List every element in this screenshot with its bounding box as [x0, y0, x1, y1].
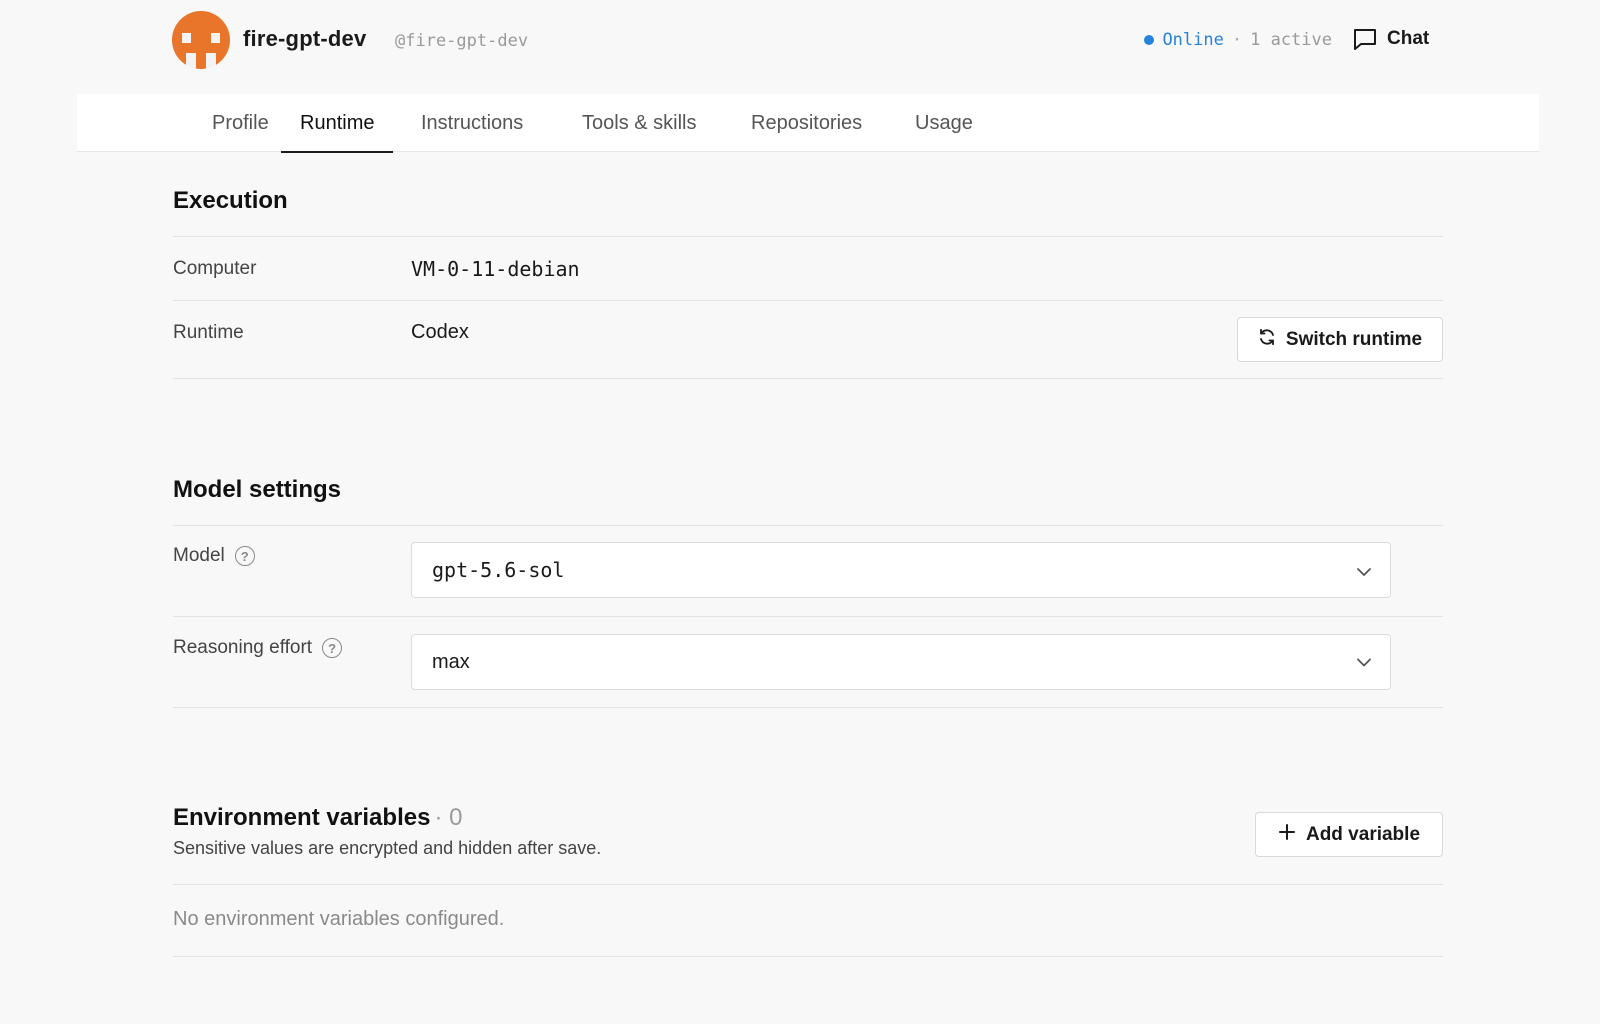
chat-bubble-icon — [1353, 28, 1377, 50]
status-active-count: 1 active — [1250, 30, 1332, 50]
reasoning-effort-select[interactable]: max — [411, 634, 1391, 690]
tab-tools-skills[interactable]: Tools & skills — [563, 94, 715, 152]
model-label: Model — [173, 545, 225, 566]
add-variable-button[interactable]: Add variable — [1255, 812, 1443, 857]
computer-label: Computer — [173, 258, 257, 279]
model-settings-title: Model settings — [173, 476, 342, 503]
agent-handle: @fire-gpt-dev — [395, 31, 529, 51]
help-circle-icon[interactable]: ? — [234, 546, 255, 566]
divider — [173, 236, 1443, 237]
env-subtitle: Sensitive values are encrypted and hidde… — [173, 838, 602, 858]
runtime-value: Codex — [411, 321, 469, 343]
divider — [173, 616, 1443, 617]
effort-label: Reasoning effort — [173, 637, 313, 658]
status-online: Online — [1162, 30, 1224, 50]
tab-bar: Profile Runtime Instructions Tools & ski… — [77, 94, 1539, 153]
model-select-value: gpt-5.6-sol — [432, 558, 565, 582]
status-separator: · — [1231, 30, 1243, 50]
computer-value: VM-0-11-debian — [411, 257, 580, 281]
tab-runtime[interactable]: Runtime — [281, 94, 394, 153]
divider — [173, 884, 1443, 885]
chat-label: Chat — [1387, 28, 1430, 49]
divider — [173, 525, 1443, 526]
tab-profile[interactable]: Profile — [193, 94, 288, 152]
chevron-down-icon — [1356, 651, 1372, 674]
env-empty-state: No environment variables configured. — [173, 908, 505, 930]
chevron-down-icon — [1356, 558, 1372, 582]
refresh-icon — [1258, 328, 1276, 352]
effort-select-value: max — [432, 650, 470, 673]
execution-title: Execution — [173, 187, 288, 214]
plus-icon — [1278, 823, 1296, 847]
effort-label-group: Reasoning effort ? — [173, 637, 343, 659]
env-title: Environment variables — [173, 804, 431, 831]
switch-runtime-label: Switch runtime — [1285, 328, 1423, 350]
avatar — [172, 11, 230, 69]
tab-usage[interactable]: Usage — [896, 94, 992, 152]
agent-header: fire-gpt-dev @fire-gpt-dev Online · 1 ac… — [0, 0, 1600, 92]
divider — [173, 707, 1443, 708]
model-label-group: Model ? — [173, 545, 255, 567]
status-indicator: Online · 1 active — [1144, 30, 1332, 50]
env-count: · 0 — [434, 804, 463, 831]
env-title-group: Environment variables · 0 — [173, 804, 462, 832]
chat-button[interactable]: Chat — [1351, 24, 1431, 54]
divider — [173, 300, 1443, 301]
help-circle-icon[interactable]: ? — [322, 638, 343, 658]
add-variable-label: Add variable — [1305, 823, 1421, 845]
model-select[interactable]: gpt-5.6-sol — [411, 542, 1391, 598]
tab-repositories[interactable]: Repositories — [732, 94, 881, 152]
divider — [173, 378, 1443, 379]
status-dot — [1144, 35, 1155, 45]
runtime-label: Runtime — [173, 322, 244, 343]
agent-name: fire-gpt-dev — [243, 26, 367, 51]
switch-runtime-button[interactable]: Switch runtime — [1237, 317, 1443, 362]
divider — [173, 956, 1443, 957]
tab-instructions[interactable]: Instructions — [402, 94, 542, 152]
